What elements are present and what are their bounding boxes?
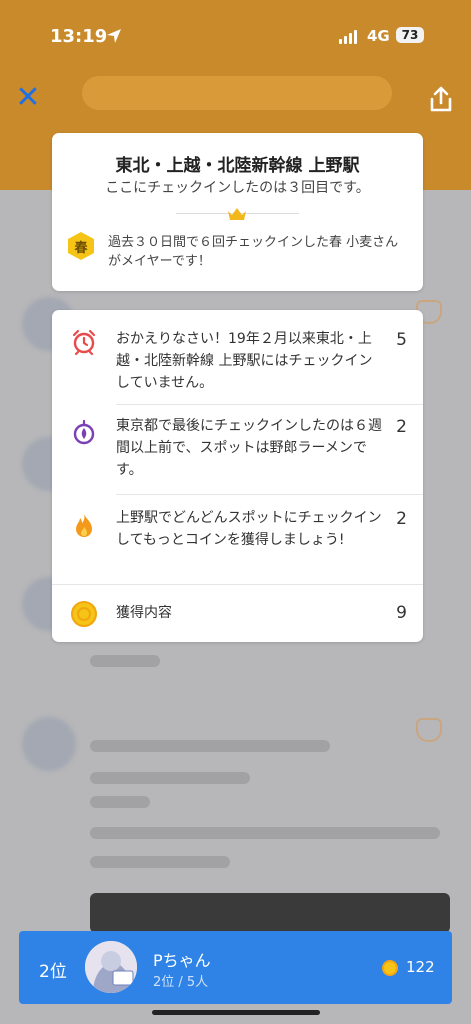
location-pin-icon xyxy=(73,419,95,445)
background-heart-icon xyxy=(416,718,442,742)
venue-card: 東北・上越・北陸新幹線 上野駅 ここにチェックインしたのは３回目です。 春 過去… xyxy=(52,133,423,291)
battery-icon: 73 xyxy=(396,27,424,43)
alarm-clock-icon xyxy=(72,329,96,356)
rank-position: 2位 xyxy=(39,962,67,982)
background-text xyxy=(90,796,150,808)
reward-total-coins: 9 xyxy=(396,603,407,623)
close-icon[interactable]: ✕ xyxy=(14,83,42,113)
rank-user-name: Pちゃん xyxy=(153,951,211,970)
rank-subtext: 2位 / 5人 xyxy=(153,975,209,990)
crown-icon xyxy=(228,208,246,220)
reward-row: おかえりなさい！19年２月以来東北・上越・北陸新幹線 上野駅にはチェックインして… xyxy=(52,310,423,404)
reward-total-row: 獲得内容 9 xyxy=(52,585,423,642)
reward-total-label: 獲得内容 xyxy=(116,605,172,621)
reward-coins: 2 xyxy=(396,417,407,437)
reward-coins: 2 xyxy=(396,509,407,529)
background-text xyxy=(90,772,250,784)
network-type: 4G xyxy=(367,27,390,45)
reward-row: 東京都で最後にチェックインしたのは６週間以上前で、スポットは野郎ラーメンです。 … xyxy=(52,405,423,494)
reward-row: 上野駅でどんどんスポットにチェックインしてもっとコインを獲得しましょう! 2 xyxy=(52,495,423,584)
background-avatar xyxy=(22,717,76,771)
background-text xyxy=(90,655,160,667)
signal-icon xyxy=(339,30,361,44)
mayor-text: 過去３０日間で６回チェックインした春 小麦さんがメイヤーです！ xyxy=(108,235,399,269)
rank-bar[interactable]: 2位 Pちゃん 2位 / 5人 122 xyxy=(19,931,452,1004)
mayor-badge-label: 春 xyxy=(74,241,88,256)
background-search-bar xyxy=(82,76,392,110)
mayor-badge: 春 xyxy=(66,231,96,261)
reward-coins: 5 xyxy=(396,330,407,350)
reward-text: おかえりなさい！19年２月以来東北・上越・北陸新幹線 上野駅にはチェックインして… xyxy=(116,331,373,391)
rewards-card: おかえりなさい！19年２月以来東北・上越・北陸新幹線 上野駅にはチェックインして… xyxy=(52,310,423,642)
rank-coin-count: 122 xyxy=(406,958,435,976)
venue-title: 東北・上越・北陸新幹線 上野駅 xyxy=(115,156,360,176)
flame-icon xyxy=(76,514,92,537)
status-bar: 13:19 4G 73 xyxy=(0,0,471,70)
location-arrow-icon xyxy=(107,29,121,43)
background-text xyxy=(90,856,230,868)
reward-text: 東京都で最後にチェックインしたのは６週間以上前で、スポットは野郎ラーメンです。 xyxy=(116,418,382,478)
home-indicator[interactable] xyxy=(152,1010,320,1015)
background-text xyxy=(90,740,330,752)
battery-level: 73 xyxy=(401,28,419,42)
avatar xyxy=(85,941,137,993)
reward-text: 上野駅でどんどんスポットにチェックインしてもっとコインを獲得しましょう! xyxy=(116,510,382,548)
coin-icon xyxy=(71,601,97,627)
checkin-count-text: ここにチェックインしたのは３回目です。 xyxy=(105,180,370,196)
share-icon[interactable] xyxy=(426,84,456,114)
background-text xyxy=(90,827,440,839)
avatar-image xyxy=(85,941,137,993)
background-banner xyxy=(90,893,450,933)
status-time: 13:19 xyxy=(50,26,108,47)
coin-icon xyxy=(382,960,398,976)
